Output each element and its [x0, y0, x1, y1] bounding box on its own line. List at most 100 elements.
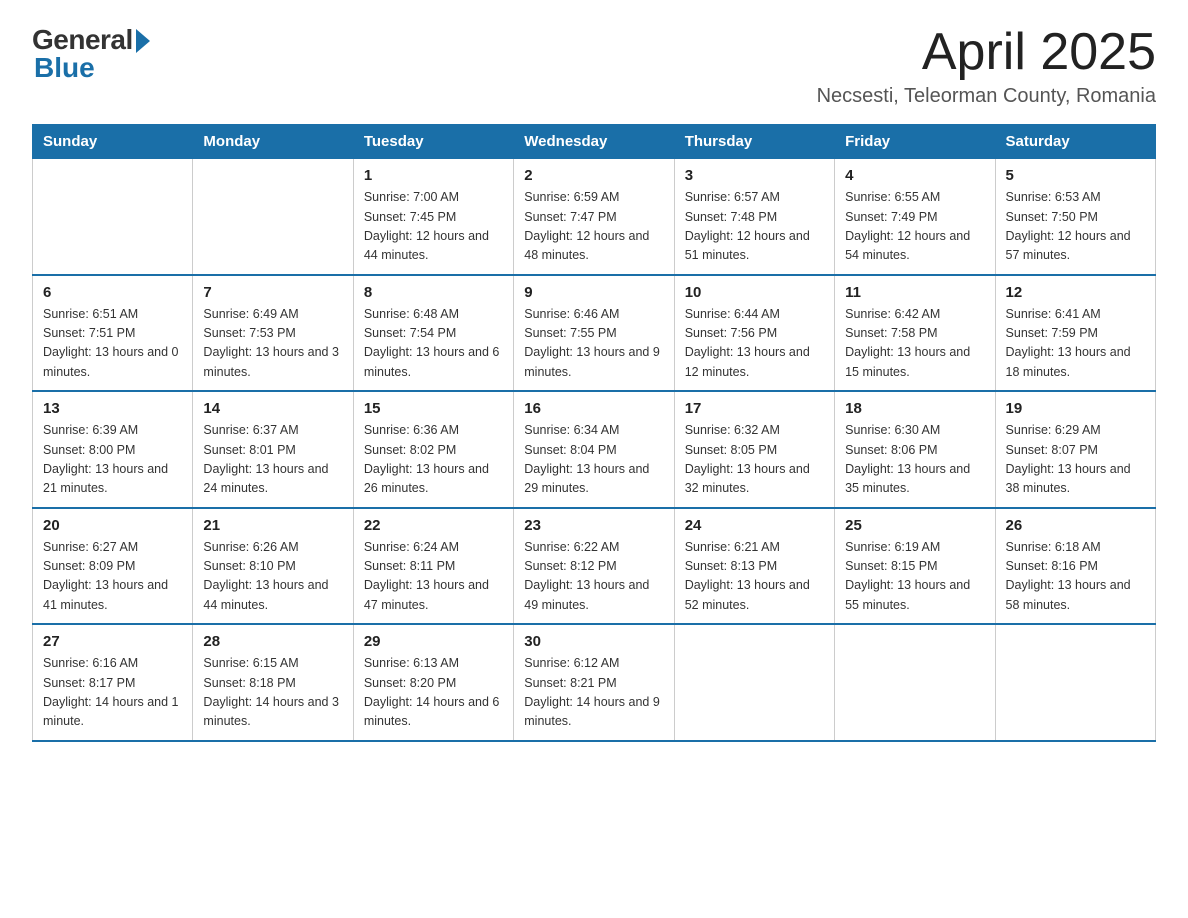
logo: General Blue: [32, 24, 150, 84]
calendar-cell: 28Sunrise: 6:15 AM Sunset: 8:18 PM Dayli…: [193, 624, 353, 741]
day-number: 14: [203, 400, 342, 417]
day-detail: Sunrise: 6:13 AM Sunset: 8:20 PM Dayligh…: [364, 654, 503, 732]
day-number: 25: [845, 517, 984, 534]
day-detail: Sunrise: 6:24 AM Sunset: 8:11 PM Dayligh…: [364, 538, 503, 616]
calendar-cell: 6 Sunrise: 6:51 AM Sunset: 7:51 PM Daylig…: [33, 275, 193, 392]
calendar-cell: 29 Sunrise: 6:13 AM Sunset: 8:20 PM Dayli…: [353, 624, 513, 741]
calendar-cell: [835, 624, 995, 741]
calendar-cell: 14 Sunrise: 6:37 AM Sunset: 8:01 PM Dayli…: [193, 391, 353, 508]
calendar-cell: [33, 159, 193, 275]
calendar-cell: 12 Sunrise: 6:41 AM Sunset: 7:59 PM Dayli…: [995, 275, 1155, 392]
calendar-cell: [193, 159, 353, 275]
calendar-cell: 21 Sunrise: 6:26 AM Sunset: 8:10 PM Dayli…: [193, 508, 353, 625]
col-header-wednesday: Wednesday: [514, 125, 674, 159]
col-header-tuesday: Tuesday: [353, 125, 513, 159]
day-detail: Sunrise: 6:30 AM Sunset: 8:06 PM Dayligh…: [845, 421, 984, 499]
calendar-cell: 10 Sunrise: 6:44 AM Sunset: 7:56 PM Dayli…: [674, 275, 834, 392]
day-detail: Sunrise: 6:19 AM Sunset: 8:15 PM Dayligh…: [845, 538, 984, 616]
day-detail: Sunrise: 6:29 AM Sunset: 8:07 PM Dayligh…: [1006, 421, 1145, 499]
col-header-saturday: Saturday: [995, 125, 1155, 159]
day-number: 1: [364, 167, 503, 184]
day-detail: Sunrise: 6:49 AM Sunset: 7:53 PM Dayligh…: [203, 305, 342, 383]
day-detail: Sunrise: 6:59 AM Sunset: 7:47 PM Dayligh…: [524, 188, 663, 266]
calendar-cell: 23 Sunrise: 6:22 AM Sunset: 8:12 PM Dayli…: [514, 508, 674, 625]
calendar-cell: 5 Sunrise: 6:53 AM Sunset: 7:50 PM Daylig…: [995, 159, 1155, 275]
week-row-5: 27 Sunrise: 6:16 AM Sunset: 8:17 PM Dayli…: [33, 624, 1156, 741]
calendar-cell: 26Sunrise: 6:18 AM Sunset: 8:16 PM Dayli…: [995, 508, 1155, 625]
day-number: 20: [43, 517, 182, 534]
calendar-cell: 24 Sunrise: 6:21 AM Sunset: 8:13 PM Dayli…: [674, 508, 834, 625]
calendar-cell: 9Sunrise: 6:46 AM Sunset: 7:55 PM Daylig…: [514, 275, 674, 392]
week-row-3: 13 Sunrise: 6:39 AM Sunset: 8:00 PM Dayli…: [33, 391, 1156, 508]
col-header-friday: Friday: [835, 125, 995, 159]
calendar-cell: 11Sunrise: 6:42 AM Sunset: 7:58 PM Dayli…: [835, 275, 995, 392]
day-number: 5: [1006, 167, 1145, 184]
day-number: 3: [685, 167, 824, 184]
calendar-cell: 8Sunrise: 6:48 AM Sunset: 7:54 PM Daylig…: [353, 275, 513, 392]
calendar-cell: 4 Sunrise: 6:55 AM Sunset: 7:49 PM Daylig…: [835, 159, 995, 275]
day-detail: Sunrise: 6:27 AM Sunset: 8:09 PM Dayligh…: [43, 538, 182, 616]
logo-blue-text: Blue: [32, 52, 95, 84]
col-header-thursday: Thursday: [674, 125, 834, 159]
calendar-cell: 1 Sunrise: 7:00 AM Sunset: 7:45 PM Daylig…: [353, 159, 513, 275]
day-number: 21: [203, 517, 342, 534]
day-detail: Sunrise: 6:51 AM Sunset: 7:51 PM Dayligh…: [43, 305, 182, 383]
day-number: 10: [685, 284, 824, 301]
day-detail: Sunrise: 6:26 AM Sunset: 8:10 PM Dayligh…: [203, 538, 342, 616]
calendar-cell: 22 Sunrise: 6:24 AM Sunset: 8:11 PM Dayli…: [353, 508, 513, 625]
day-number: 8: [364, 284, 503, 301]
day-detail: Sunrise: 6:16 AM Sunset: 8:17 PM Dayligh…: [43, 654, 182, 732]
day-detail: Sunrise: 6:39 AM Sunset: 8:00 PM Dayligh…: [43, 421, 182, 499]
day-number: 30: [524, 633, 663, 650]
day-number: 26: [1006, 517, 1145, 534]
month-title: April 2025: [817, 24, 1156, 81]
day-number: 17: [685, 400, 824, 417]
logo-arrow-icon: [136, 29, 150, 53]
day-detail: Sunrise: 6:15 AM Sunset: 8:18 PM Dayligh…: [203, 654, 342, 732]
day-detail: Sunrise: 6:55 AM Sunset: 7:49 PM Dayligh…: [845, 188, 984, 266]
day-number: 19: [1006, 400, 1145, 417]
week-row-1: 1 Sunrise: 7:00 AM Sunset: 7:45 PM Daylig…: [33, 159, 1156, 275]
calendar-cell: 30 Sunrise: 6:12 AM Sunset: 8:21 PM Dayli…: [514, 624, 674, 741]
day-number: 6: [43, 284, 182, 301]
day-number: 29: [364, 633, 503, 650]
day-number: 23: [524, 517, 663, 534]
day-number: 27: [43, 633, 182, 650]
calendar-cell: 20 Sunrise: 6:27 AM Sunset: 8:09 PM Dayli…: [33, 508, 193, 625]
calendar-cell: 15Sunrise: 6:36 AM Sunset: 8:02 PM Dayli…: [353, 391, 513, 508]
calendar-cell: [995, 624, 1155, 741]
col-header-sunday: Sunday: [33, 125, 193, 159]
day-detail: Sunrise: 6:12 AM Sunset: 8:21 PM Dayligh…: [524, 654, 663, 732]
day-detail: Sunrise: 6:57 AM Sunset: 7:48 PM Dayligh…: [685, 188, 824, 266]
day-detail: Sunrise: 6:37 AM Sunset: 8:01 PM Dayligh…: [203, 421, 342, 499]
day-detail: Sunrise: 6:36 AM Sunset: 8:02 PM Dayligh…: [364, 421, 503, 499]
day-number: 18: [845, 400, 984, 417]
day-detail: Sunrise: 6:21 AM Sunset: 8:13 PM Dayligh…: [685, 538, 824, 616]
week-row-4: 20 Sunrise: 6:27 AM Sunset: 8:09 PM Dayli…: [33, 508, 1156, 625]
day-number: 24: [685, 517, 824, 534]
day-detail: Sunrise: 6:34 AM Sunset: 8:04 PM Dayligh…: [524, 421, 663, 499]
col-header-monday: Monday: [193, 125, 353, 159]
day-detail: Sunrise: 6:22 AM Sunset: 8:12 PM Dayligh…: [524, 538, 663, 616]
day-detail: Sunrise: 6:42 AM Sunset: 7:58 PM Dayligh…: [845, 305, 984, 383]
day-number: 13: [43, 400, 182, 417]
day-number: 22: [364, 517, 503, 534]
day-number: 7: [203, 284, 342, 301]
calendar-cell: 25 Sunrise: 6:19 AM Sunset: 8:15 PM Dayli…: [835, 508, 995, 625]
day-detail: Sunrise: 6:53 AM Sunset: 7:50 PM Dayligh…: [1006, 188, 1145, 266]
day-detail: Sunrise: 7:00 AM Sunset: 7:45 PM Dayligh…: [364, 188, 503, 266]
week-row-2: 6 Sunrise: 6:51 AM Sunset: 7:51 PM Daylig…: [33, 275, 1156, 392]
day-detail: Sunrise: 6:32 AM Sunset: 8:05 PM Dayligh…: [685, 421, 824, 499]
title-area: April 2025 Necsesti, Teleorman County, R…: [817, 24, 1156, 108]
calendar-cell: 16Sunrise: 6:34 AM Sunset: 8:04 PM Dayli…: [514, 391, 674, 508]
day-number: 12: [1006, 284, 1145, 301]
day-number: 4: [845, 167, 984, 184]
location-title: Necsesti, Teleorman County, Romania: [817, 85, 1156, 108]
day-detail: Sunrise: 6:44 AM Sunset: 7:56 PM Dayligh…: [685, 305, 824, 383]
calendar-cell: 18 Sunrise: 6:30 AM Sunset: 8:06 PM Dayli…: [835, 391, 995, 508]
calendar-cell: 27 Sunrise: 6:16 AM Sunset: 8:17 PM Dayli…: [33, 624, 193, 741]
page-header: General Blue April 2025 Necsesti, Teleor…: [32, 24, 1156, 108]
calendar-cell: 17 Sunrise: 6:32 AM Sunset: 8:05 PM Dayli…: [674, 391, 834, 508]
day-detail: Sunrise: 6:46 AM Sunset: 7:55 PM Dayligh…: [524, 305, 663, 383]
day-detail: Sunrise: 6:41 AM Sunset: 7:59 PM Dayligh…: [1006, 305, 1145, 383]
